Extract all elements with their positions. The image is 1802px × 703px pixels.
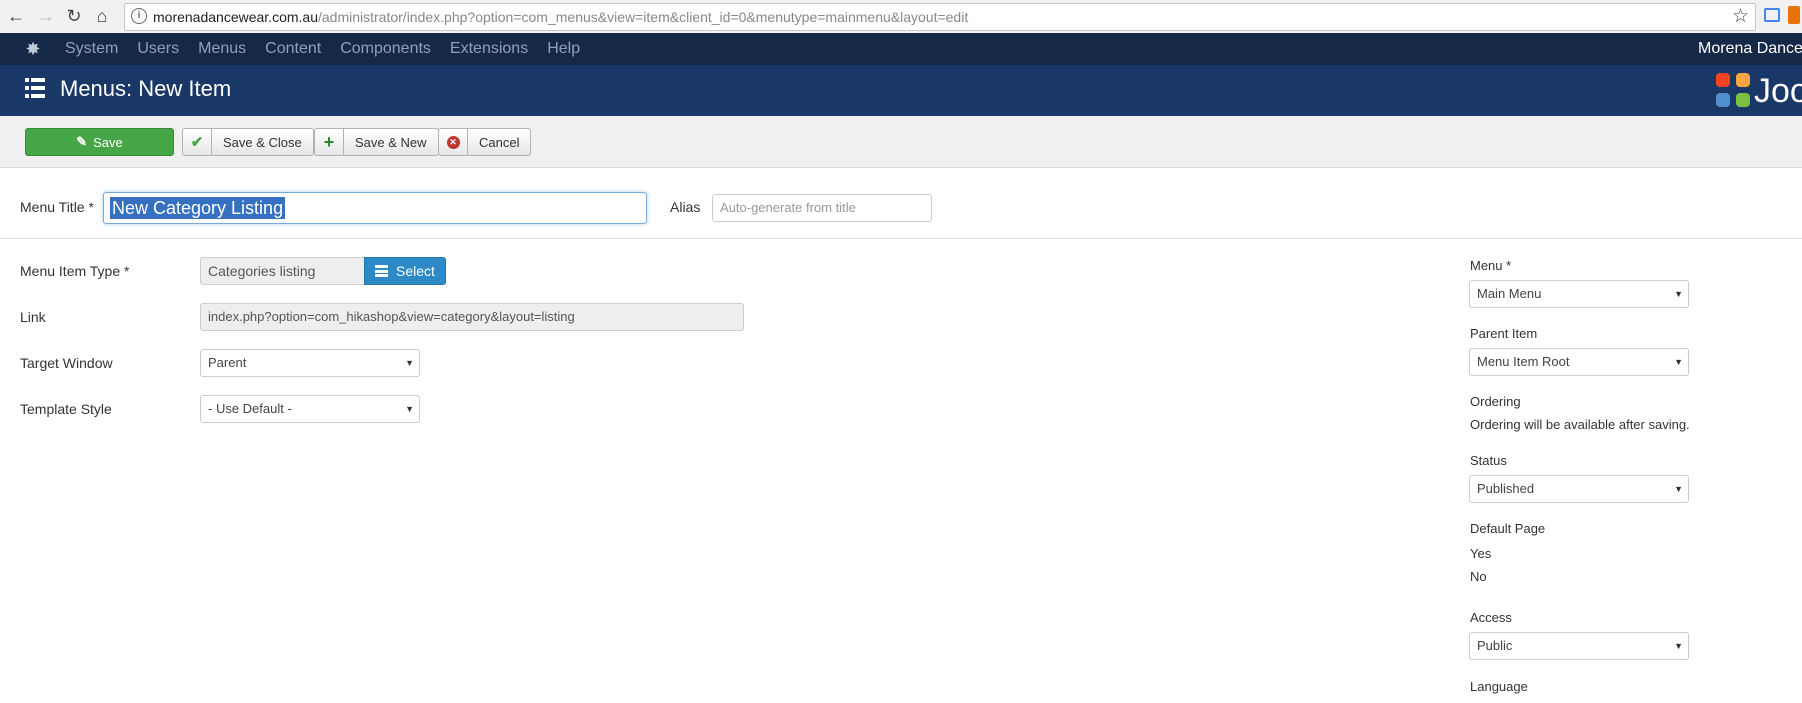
url-text[interactable]: morenadancewear.com.au/administrator/ind… [153,9,968,25]
plus-icon: + [315,129,344,155]
target-window-label: Target Window [20,355,113,371]
page-title: Menus: New Item [60,76,232,101]
menu-item-type-label: Menu Item Type * [20,263,130,279]
browser-toolbar: ← → ↻ ⌂ i morenadancewear.com.au/adminis… [0,0,1802,34]
extension-icon[interactable] [1764,8,1780,22]
menu-extensions[interactable]: Extensions [450,33,528,65]
menu-item-type-field: Categories listing [200,257,365,285]
default-page-label: Default Page [1470,521,1546,536]
dropdown-caret-icon: ▼ [1674,289,1683,299]
ordering-note: Ordering will be available after saving. [1470,417,1690,432]
menu-content[interactable]: Content [265,33,321,65]
default-page-yes[interactable]: Yes [1470,546,1491,561]
back-arrow-icon[interactable]: ← [4,4,28,28]
cancel-circle-icon: ✕ [439,129,468,155]
action-toolbar: ✎ Save ✔ Save & Close + Save & New ✕ Can… [0,116,1802,168]
default-page-no[interactable]: No [1470,569,1487,584]
access-label: Access [1470,610,1512,625]
parent-item-label: Parent Item [1470,326,1538,341]
link-field: index.php?option=com_hikashop&view=categ… [200,303,744,331]
info-icon[interactable]: i [131,8,147,24]
save-button[interactable]: ✎ Save [25,128,174,156]
select-menu-type-button[interactable]: Select [364,257,446,285]
site-name-link[interactable]: Morena Dancew [1698,33,1802,65]
access-select[interactable]: Public ▼ [1469,632,1689,660]
dropdown-caret-icon: ▼ [1674,641,1683,651]
dropdown-caret-icon: ▼ [405,404,414,414]
alias-label: Alias [670,199,701,215]
dropdown-caret-icon: ▼ [1674,357,1683,367]
joomla-mark-icon [1714,71,1752,109]
alias-placeholder: Auto-generate from title [720,200,856,215]
checkmark-icon: ✔ [183,129,212,155]
status-label: Status [1470,453,1507,468]
template-style-select[interactable]: - Use Default - ▼ [200,395,420,423]
bookmark-star-icon[interactable]: ☆ [1732,4,1749,30]
admin-menu-bar: ✸ System Users Menus Content Components … [0,33,1802,65]
save-close-button[interactable]: ✔ Save & Close [182,128,314,156]
page-header: Menus: New Item Joo [0,65,1802,116]
list-icon [375,265,389,277]
menu-title-label: Menu Title * [20,199,94,215]
cancel-button[interactable]: ✕ Cancel [438,128,532,156]
dropdown-caret-icon: ▼ [1674,484,1683,494]
menu-help[interactable]: Help [547,33,580,65]
address-bar[interactable]: i morenadancewear.com.au/administrator/i… [124,3,1756,31]
dropdown-caret-icon: ▼ [405,358,414,368]
status-select[interactable]: Published ▼ [1469,475,1689,503]
list-icon [25,78,45,98]
target-window-select[interactable]: Parent ▼ [200,349,420,377]
extension-icon[interactable] [1788,6,1800,24]
forward-arrow-icon[interactable]: → [34,4,58,28]
joomla-logo-icon[interactable]: ✸ [22,38,44,60]
menu-components[interactable]: Components [340,33,431,65]
link-label: Link [20,309,46,325]
menu-menus[interactable]: Menus [198,33,246,65]
menu-users[interactable]: Users [137,33,179,65]
menu-system[interactable]: System [65,33,118,65]
save-new-button[interactable]: + Save & New [314,128,439,156]
parent-item-select[interactable]: Menu Item Root ▼ [1469,348,1689,376]
home-icon[interactable]: ⌂ [90,4,114,28]
menu-label: Menu * [1470,258,1512,273]
admin-menu: System Users Menus Content Components Ex… [65,33,599,65]
reload-icon[interactable]: ↻ [62,4,86,28]
ordering-label: Ordering [1470,394,1521,409]
menu-title-value: New Category Listing [110,197,286,219]
divider [0,238,1802,239]
joomla-wordmark: Joo [1754,72,1802,110]
alias-input[interactable]: Auto-generate from title [712,194,932,222]
edit-icon: ✎ [76,134,88,149]
menu-select[interactable]: Main Menu ▼ [1469,280,1689,308]
menu-title-input[interactable]: New Category Listing [103,192,647,224]
language-label: Language [1470,679,1528,694]
template-style-label: Template Style [20,401,112,417]
